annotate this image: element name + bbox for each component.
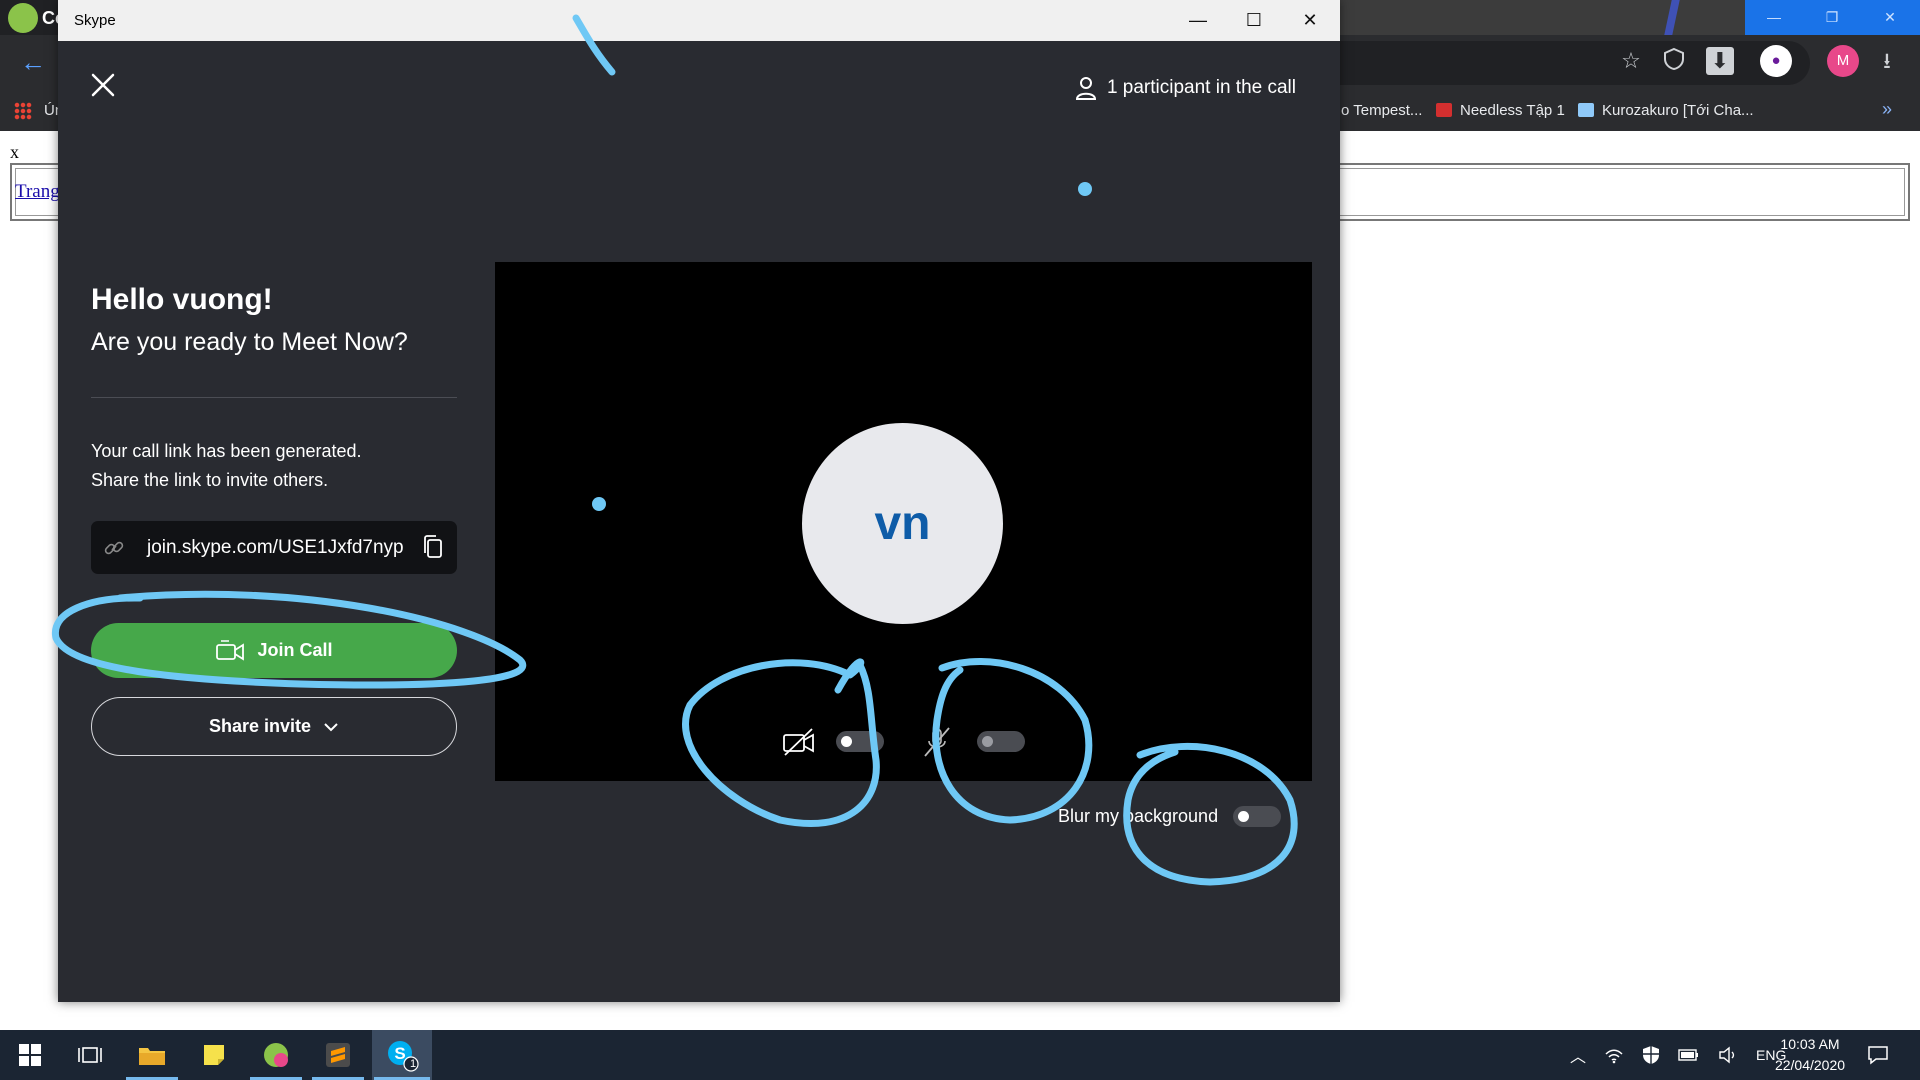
svg-text:S: S bbox=[394, 1044, 405, 1063]
bookmark-item[interactable]: Needless Tập 1 bbox=[1436, 102, 1565, 119]
bookmark-star-icon[interactable]: ☆ bbox=[1617, 47, 1645, 75]
taskbar-sublime-text[interactable] bbox=[310, 1030, 366, 1080]
bookmark-label: Kurozakuro [Tới Cha... bbox=[1602, 102, 1754, 119]
clock-date: 22/04/2020 bbox=[1774, 1057, 1846, 1073]
browser-window-controls: — ❐ ✕ bbox=[1745, 0, 1920, 35]
back-arrow-icon[interactable]: ← bbox=[20, 47, 46, 78]
skype-titlebar: Skype — ☐ ✕ bbox=[58, 0, 1340, 41]
bookmark-item[interactable]: o Tempest... bbox=[1341, 102, 1422, 119]
divider bbox=[91, 397, 457, 398]
wifi-icon[interactable] bbox=[1604, 1046, 1624, 1064]
battery-icon[interactable] bbox=[1678, 1048, 1700, 1062]
media-extension-icon[interactable]: ● bbox=[1760, 45, 1792, 77]
volume-icon[interactable] bbox=[1718, 1046, 1738, 1064]
video-camera-icon bbox=[216, 639, 245, 661]
bookmark-favicon-icon bbox=[1578, 103, 1594, 117]
skype-window-title: Skype bbox=[74, 12, 116, 29]
skype-minimize-button[interactable]: — bbox=[1170, 0, 1226, 41]
toggle-knob bbox=[1238, 811, 1249, 822]
close-icon bbox=[91, 73, 115, 97]
profile-avatar[interactable]: M bbox=[1827, 45, 1859, 77]
mic-off-icon bbox=[924, 727, 950, 757]
skype-window: Skype — ☐ ✕ 1 participant in the call He… bbox=[58, 0, 1340, 1002]
sticky-notes-icon bbox=[204, 1045, 224, 1065]
browser-restore-button[interactable]: ❐ bbox=[1803, 0, 1861, 35]
taskbar-browser[interactable] bbox=[248, 1030, 304, 1080]
download-extension-icon[interactable]: ⬇ bbox=[1706, 47, 1734, 75]
blur-background-label: Blur my background bbox=[1058, 806, 1219, 826]
greeting-heading: Hello vuong! bbox=[91, 283, 273, 316]
page-close-text: x bbox=[10, 142, 19, 162]
start-button[interactable] bbox=[2, 1030, 58, 1080]
share-invite-button[interactable]: Share invite bbox=[91, 697, 457, 756]
link-message-line: Share the link to invite others. bbox=[91, 470, 329, 490]
apps-grid-icon[interactable] bbox=[14, 102, 32, 120]
blur-background-toggle[interactable] bbox=[1233, 806, 1281, 827]
clock-time: 10:03 AM bbox=[1780, 1036, 1840, 1052]
bookmark-favicon-icon bbox=[1436, 103, 1452, 117]
browser-app-logo bbox=[8, 3, 38, 33]
share-invite-label: Share invite bbox=[208, 716, 312, 736]
system-clock[interactable]: 10:03 AM 22/04/2020 bbox=[1765, 1034, 1855, 1076]
security-shield-icon[interactable] bbox=[1642, 1045, 1660, 1065]
bookmark-item[interactable]: Kurozakuro [Tới Cha... bbox=[1578, 102, 1754, 119]
join-call-button[interactable]: Join Call bbox=[91, 623, 457, 678]
toggle-knob bbox=[982, 736, 993, 747]
notification-icon bbox=[1868, 1046, 1888, 1065]
taskbar-file-explorer[interactable] bbox=[124, 1030, 180, 1080]
meet-now-question: Are you ready to Meet Now? bbox=[91, 328, 408, 356]
browser-app-icon bbox=[264, 1043, 288, 1067]
more-bookmarks-chevron[interactable]: » bbox=[1882, 99, 1892, 120]
address-bar[interactable] bbox=[1340, 41, 1810, 85]
participants-text: 1 participant in the call bbox=[1106, 77, 1296, 98]
bookmark-label: o Tempest... bbox=[1341, 102, 1423, 119]
action-center-button[interactable] bbox=[1850, 1030, 1906, 1080]
call-link-text: join.skype.com/USE1Jxfd7nyp bbox=[147, 537, 404, 558]
shield-extension-icon[interactable] bbox=[1660, 47, 1688, 75]
close-meet-now-button[interactable] bbox=[88, 70, 118, 100]
browser-tab-strip bbox=[1340, 0, 1745, 35]
video-toggle[interactable] bbox=[836, 731, 884, 752]
call-link-box[interactable]: join.skype.com/USE1Jxfd7nyp bbox=[91, 521, 457, 574]
task-view-icon bbox=[78, 1047, 102, 1063]
video-preview: vn bbox=[495, 262, 1312, 781]
taskbar-skype[interactable]: S 1 bbox=[372, 1030, 432, 1080]
folder-icon bbox=[139, 1048, 165, 1065]
toggle-knob bbox=[841, 736, 852, 747]
task-view-button[interactable] bbox=[62, 1030, 118, 1080]
join-call-label: Join Call bbox=[257, 640, 333, 660]
skype-maximize-button[interactable]: ☐ bbox=[1226, 0, 1282, 41]
show-hidden-icons-chevron[interactable]: ︿ bbox=[1570, 1043, 1586, 1067]
browser-minimize-button[interactable]: — bbox=[1745, 0, 1803, 35]
person-icon bbox=[1075, 77, 1096, 100]
browser-close-button[interactable]: ✕ bbox=[1861, 0, 1919, 35]
avatar: vn bbox=[802, 423, 1003, 624]
skype-close-button[interactable]: ✕ bbox=[1282, 0, 1338, 41]
link-icon bbox=[104, 541, 124, 555]
downloads-icon[interactable]: ⭳ bbox=[1873, 47, 1901, 75]
system-tray: ︿ ENG bbox=[1570, 1030, 1786, 1080]
copy-icon[interactable] bbox=[422, 534, 444, 560]
page-link[interactable]: Trang bbox=[15, 181, 60, 203]
taskbar-sticky-notes[interactable] bbox=[186, 1030, 242, 1080]
skype-notification-badge: 1 bbox=[410, 1058, 417, 1070]
chevron-down-icon bbox=[324, 722, 338, 731]
link-generated-message: Your call link has been generated. Share… bbox=[91, 437, 471, 495]
participants-indicator[interactable]: 1 participant in the call bbox=[1075, 76, 1296, 100]
sublime-text-icon bbox=[326, 1043, 350, 1067]
windows-logo-icon bbox=[19, 1044, 41, 1066]
bookmark-label: Needless Tập 1 bbox=[1460, 102, 1565, 119]
microphone-toggle[interactable] bbox=[977, 731, 1025, 752]
video-off-icon bbox=[783, 728, 814, 756]
link-message-line: Your call link has been generated. bbox=[91, 441, 362, 461]
taskbar: S 1 ︿ ENG 10:03 AM 22/04/2020 bbox=[0, 1030, 1920, 1080]
